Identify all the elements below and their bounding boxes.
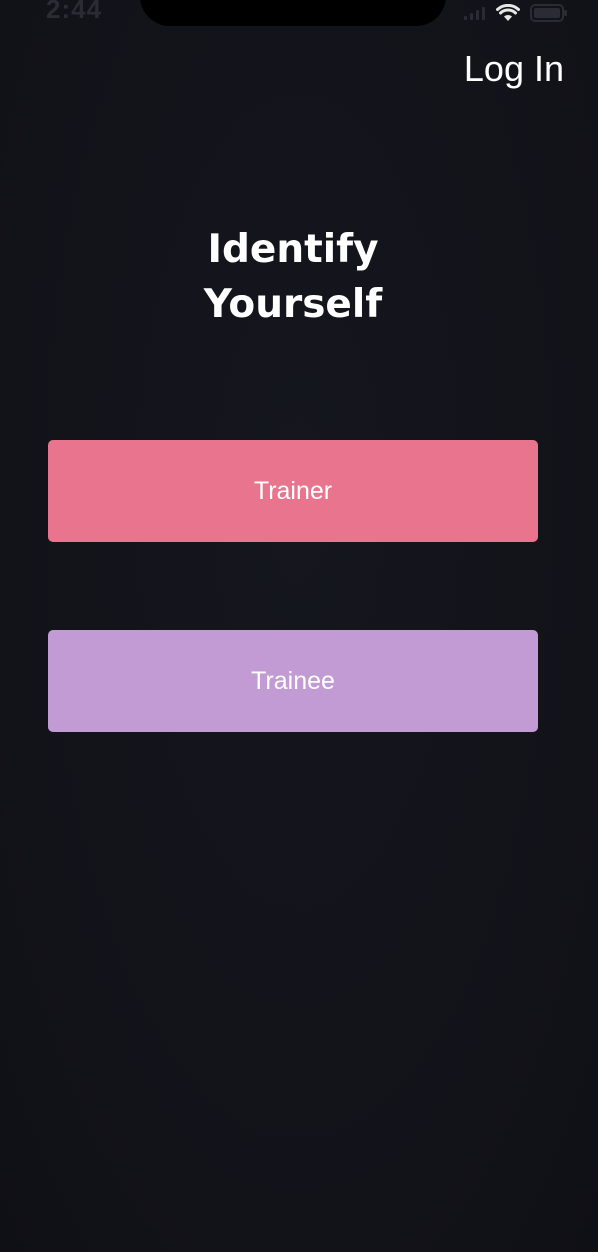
trainee-button[interactable]: Trainee xyxy=(48,630,538,732)
log-in-link[interactable]: Log In xyxy=(464,48,564,90)
trainee-button-label: Trainee xyxy=(251,666,335,695)
app-screen: 2:44 Log In Identify Yourself Trainer Tr… xyxy=(0,0,598,1252)
title-line-2: Yourself xyxy=(203,282,383,327)
page-title: Identify Yourself xyxy=(0,222,586,332)
title-line-1: Identify xyxy=(207,227,379,272)
battery-icon xyxy=(530,4,568,22)
status-time: 2:44 xyxy=(46,0,103,24)
device-notch xyxy=(140,0,446,26)
status-icons xyxy=(464,4,568,22)
wifi-icon xyxy=(496,4,520,22)
trainer-button[interactable]: Trainer xyxy=(48,440,538,542)
status-bar: 2:44 xyxy=(0,0,598,30)
signal-icon xyxy=(464,6,486,20)
trainer-button-label: Trainer xyxy=(253,476,333,505)
